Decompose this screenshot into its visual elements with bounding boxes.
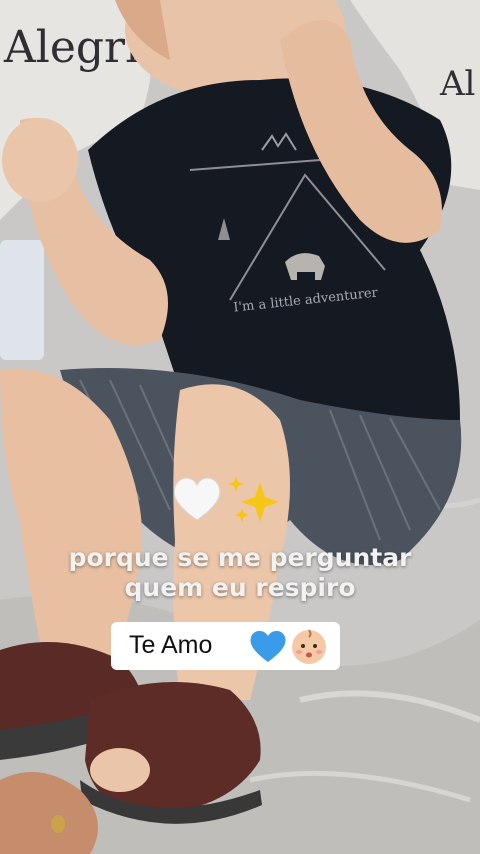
- svg-text:Al: Al: [439, 64, 475, 104]
- story-frame: Alegria Al I'm a little adventurer porqu…: [0, 0, 480, 854]
- emoji-sticker[interactable]: [172, 472, 282, 528]
- caption-line-1: porque se me perguntar: [68, 543, 412, 572]
- te-amo-text: Te Amo: [129, 631, 213, 659]
- te-amo-sticker[interactable]: Te Amo: [111, 622, 340, 670]
- sparkles-icon: [228, 476, 279, 522]
- white-heart-icon: [173, 477, 221, 521]
- caption-line-2: quem eu respiro: [124, 573, 356, 602]
- photo-background: Alegria Al I'm a little adventurer: [0, 0, 480, 854]
- baby-face-icon: [292, 629, 326, 664]
- blue-heart-icon: [250, 630, 286, 662]
